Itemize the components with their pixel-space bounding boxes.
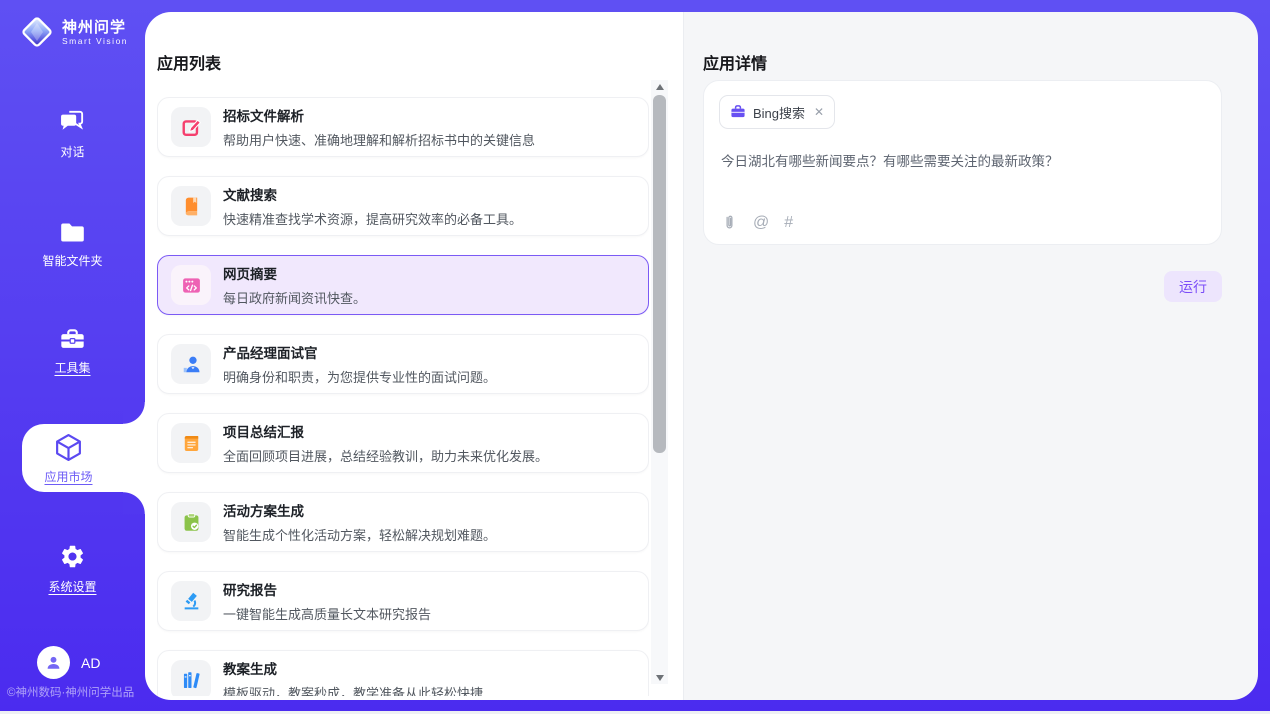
app-list: 招标文件解析 帮助用户快速、准确地理解和解析招标书中的关键信息 文献搜索 [157, 97, 649, 696]
scroll-down-arrow[interactable] [651, 671, 668, 684]
close-icon[interactable]: ✕ [814, 105, 824, 119]
run-button[interactable]: 运行 [1164, 271, 1222, 302]
app-card-title: 教案生成 [223, 658, 483, 678]
paperclip-icon[interactable] [721, 214, 738, 232]
logo-title: 神州问学 [62, 19, 128, 36]
scrollbar[interactable] [651, 80, 668, 684]
hash-icon[interactable]: # [784, 215, 793, 231]
app-card-title: 活动方案生成 [223, 500, 496, 520]
app-card-description: 每日政府新闻资讯快查。 [223, 288, 366, 307]
logo-subtitle: Smart Vision [62, 36, 128, 46]
sidebar-item-label: 系统设置 [48, 578, 96, 595]
app-card-title: 项目总结汇报 [223, 421, 548, 441]
copyright-footer: ©神州数码·神州问学出品 [7, 684, 134, 700]
sidebar-item-smart-folder[interactable]: 智能文件夹 [0, 221, 145, 269]
briefcase-icon [730, 104, 746, 120]
tool-tag-label: Bing搜索 [753, 103, 805, 122]
book-icon [181, 196, 202, 217]
books-icon [181, 670, 202, 691]
cube-icon [53, 432, 84, 463]
user-avatar-icon [37, 646, 70, 679]
prompt-toolbar: @ # [721, 214, 793, 232]
app-card-description: 智能生成个性化活动方案，轻松解决规划难题。 [223, 525, 496, 544]
content-area: 应用列表 招标文件解析 帮助用户快速、准确地理解和解析招标书中的关键信息 [145, 12, 1258, 700]
sidebar-item-app-market[interactable]: 应用市场 [22, 424, 145, 492]
app-card-title: 招标文件解析 [223, 105, 535, 125]
app-list-title: 应用列表 [157, 50, 221, 74]
app-card-web-summary[interactable]: 网页摘要 每日政府新闻资讯快查。 [157, 255, 649, 315]
user-initials: AD [81, 655, 100, 671]
app-card-title: 文献搜索 [223, 184, 522, 204]
prompt-card: Bing搜索 ✕ 今日湖北有哪些新闻要点？有哪些需要关注的最新政策？ @ # [703, 80, 1222, 245]
app-card-project-report[interactable]: 项目总结汇报 全面回顾项目进展，总结经验教训，助力未来优化发展。 [157, 413, 649, 473]
app-list-panel: 应用列表 招标文件解析 帮助用户快速、准确地理解和解析招标书中的关键信息 [145, 12, 683, 700]
chat-icon [59, 108, 87, 135]
app-card-title: 研究报告 [223, 579, 431, 599]
bubble-curve-bottom [123, 492, 145, 514]
gear-icon [59, 543, 86, 570]
webpage-code-icon [181, 275, 202, 296]
tool-tag-bing-search[interactable]: Bing搜索 ✕ [719, 95, 835, 129]
app-card-description: 帮助用户快速、准确地理解和解析招标书中的关键信息 [223, 130, 535, 149]
logo: 神州问学 Smart Vision [18, 13, 128, 51]
clipboard-check-icon [181, 512, 202, 533]
app-window: 神州问学 Smart Vision 对话 智能文件夹 工具 [0, 0, 1270, 714]
app-card-research-report[interactable]: 研究报告 一键智能生成高质量长文本研究报告 [157, 571, 649, 631]
sidebar-item-label: 应用市场 [44, 468, 92, 485]
app-card-description: 全面回顾项目进展，总结经验教训，助力未来优化发展。 [223, 446, 548, 465]
app-card-pm-interviewer[interactable]: 产品经理面试官 明确身份和职责，为您提供专业性的面试问题。 [157, 334, 649, 394]
app-card-title: 网页摘要 [223, 263, 366, 283]
scroll-up-arrow[interactable] [651, 80, 668, 93]
mention-icon[interactable]: @ [753, 215, 769, 231]
document-edit-icon [181, 117, 202, 138]
sidebar-item-label: 智能文件夹 [42, 252, 102, 269]
diamond-logo-icon [18, 13, 56, 51]
interviewer-icon [181, 354, 202, 375]
app-card-description: 模板驱动，教案秒成，教学准备从此轻松快捷 [223, 683, 483, 696]
sidebar-item-label: 工具集 [54, 359, 90, 376]
sidebar-item-toolset[interactable]: 工具集 [0, 327, 145, 376]
sidebar-item-label: 对话 [60, 143, 84, 160]
scrollbar-thumb[interactable] [653, 95, 666, 453]
toolbox-icon [59, 327, 86, 351]
sidebar-item-chat[interactable]: 对话 [0, 108, 145, 160]
bubble-curve-top [123, 402, 145, 424]
app-card-title: 产品经理面试官 [223, 342, 496, 362]
app-detail-title: 应用详情 [703, 50, 767, 74]
app-card-description: 明确身份和职责，为您提供专业性的面试问题。 [223, 367, 496, 386]
user-profile[interactable]: AD [37, 646, 100, 679]
microscope-icon [181, 591, 202, 612]
app-card-literature-search[interactable]: 文献搜索 快速精准查找学术资源，提高研究效率的必备工具。 [157, 176, 649, 236]
prompt-text[interactable]: 今日湖北有哪些新闻要点？有哪些需要关注的最新政策？ [721, 152, 1201, 171]
app-detail-panel: 应用详情 Bing搜索 ✕ 今日湖北有哪些新闻要点？有哪些需要关注的最新政策？ [683, 12, 1258, 700]
app-card-lesson-plan[interactable]: 教案生成 模板驱动，教案秒成，教学准备从此轻松快捷 [157, 650, 649, 696]
app-card-bid-parse[interactable]: 招标文件解析 帮助用户快速、准确地理解和解析招标书中的关键信息 [157, 97, 649, 157]
app-card-description: 快速精准查找学术资源，提高研究效率的必备工具。 [223, 209, 522, 228]
folder-icon [59, 221, 86, 244]
notepad-icon [181, 433, 202, 454]
app-card-description: 一键智能生成高质量长文本研究报告 [223, 604, 431, 623]
sidebar-item-settings[interactable]: 系统设置 [0, 543, 145, 595]
app-card-activity-plan[interactable]: 活动方案生成 智能生成个性化活动方案，轻松解决规划难题。 [157, 492, 649, 552]
sidebar: 神州问学 Smart Vision 对话 智能文件夹 工具 [0, 0, 145, 714]
